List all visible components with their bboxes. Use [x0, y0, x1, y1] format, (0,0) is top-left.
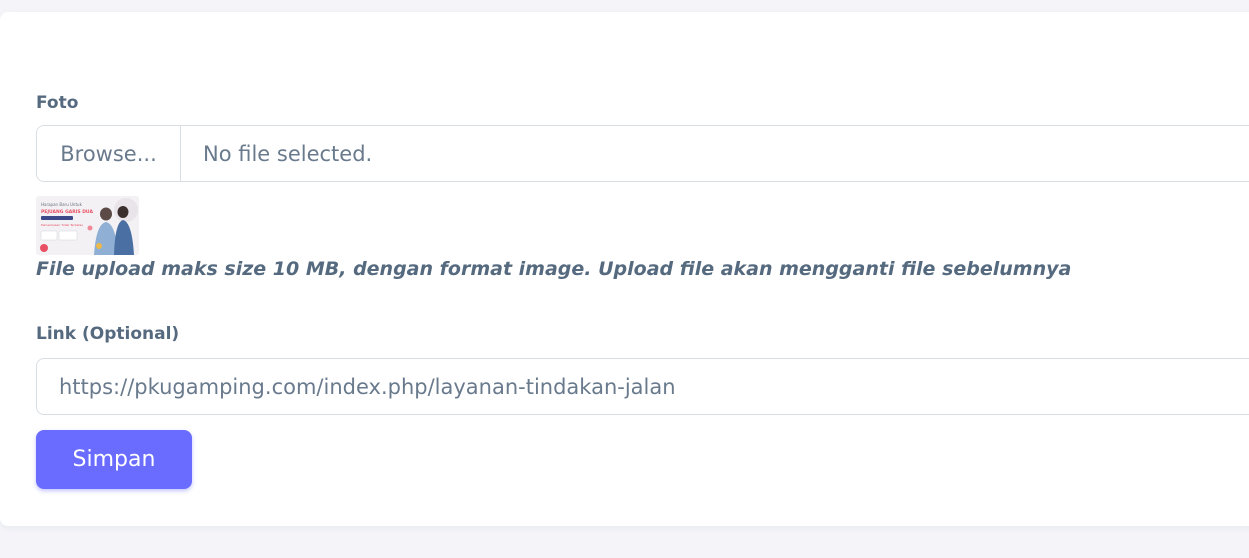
preview-subtitle: Pemeriksaan Tidak Terbatas	[41, 223, 83, 227]
browse-button[interactable]: Browse...	[37, 126, 181, 181]
link-input[interactable]	[36, 358, 1249, 415]
preview-big-heading: PEJUANG GARIS DUA	[41, 209, 93, 215]
photo-file-input[interactable]: Browse... No file selected.	[36, 125, 1249, 182]
link-label: Link (Optional)	[36, 324, 180, 344]
photo-preview-thumbnail: Harapan Baru Untuk PEJUANG GARIS DUA Pem…	[36, 196, 139, 255]
photo-label: Foto	[36, 93, 79, 113]
save-button[interactable]: Simpan	[36, 430, 192, 489]
file-status-text: No file selected.	[203, 141, 373, 166]
preview-image: Harapan Baru Untuk PEJUANG GARIS DUA Pem…	[36, 196, 139, 255]
preview-small-heading: Harapan Baru Untuk	[41, 202, 83, 207]
upload-hint-text: File upload maks size 10 MB, dengan form…	[36, 258, 1072, 280]
